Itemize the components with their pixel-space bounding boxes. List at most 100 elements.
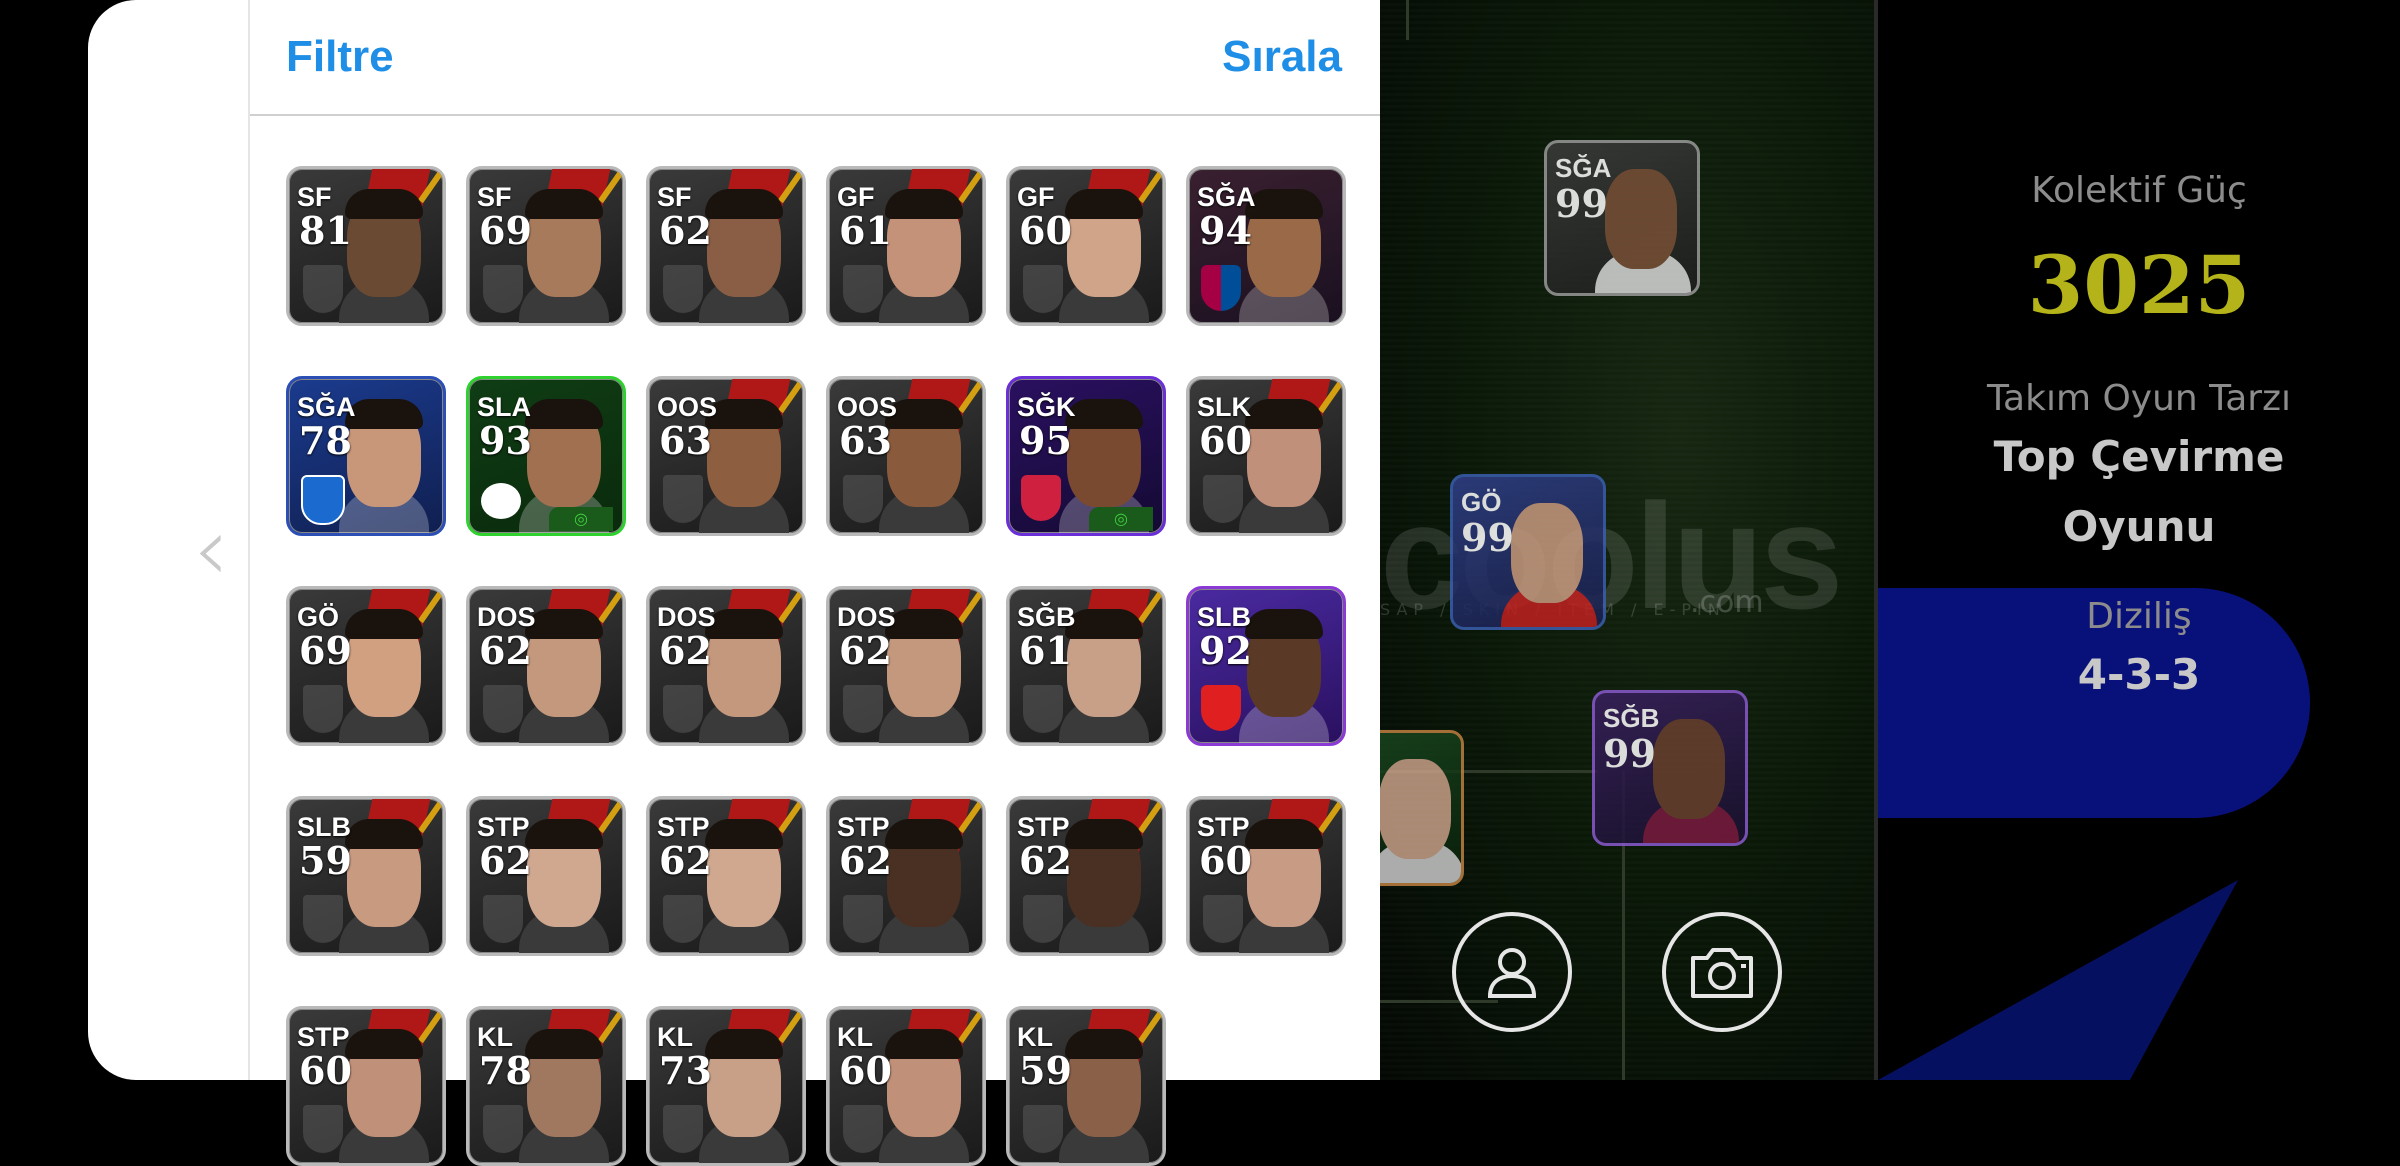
player-card[interactable]: SĞK 95 ◎ [1006,376,1166,536]
card-rating: 62 [659,628,712,673]
player-hair [1065,399,1143,429]
shield-icon [663,895,703,943]
card-rating: 61 [839,208,892,253]
shield-icon [303,1105,343,1153]
team-power-label: Kolektif Güç [2031,170,2247,211]
formation-label: Diziliş [2086,596,2192,637]
player-card[interactable]: KL 73 [646,1006,806,1166]
player-card[interactable]: SLA 93 ◎ [466,376,626,536]
card-rating: 62 [659,838,712,883]
shield-icon [843,265,883,313]
card-position: KL [837,1022,873,1052]
shield-icon [303,895,343,943]
player-card[interactable]: DOS 62 [646,586,806,746]
card-position: SF [297,182,332,212]
player-card[interactable]: SĞB 61 [1006,586,1166,746]
player-hair [345,399,423,429]
player-card[interactable]: STP 60 [1186,796,1346,956]
card-rating: 62 [839,628,892,673]
shield-icon [663,475,703,523]
player-card[interactable]: GÖ 69 [286,586,446,746]
club-badge-icon [301,475,345,525]
profile-button[interactable] [1452,912,1572,1032]
card-position: SLB [1197,602,1251,632]
card-position: SĞK [1017,392,1076,422]
club-badge-icon [1201,685,1241,731]
player-card[interactable]: SF 69 [466,166,626,326]
card-position: SLB [297,812,351,842]
player-grid: SF 81 SF 69 SF 62 GF 61 GF 60 SĞA 94 SĞA 78 SLA 93 ◎ OOS 6… [286,166,1356,1166]
player-card[interactable]: KL 78 [466,1006,626,1166]
card-rating: 61 [1019,628,1072,673]
filter-button[interactable]: Filtre [286,32,394,82]
player-card[interactable]: SF 81 [286,166,446,326]
player-hair [705,819,783,849]
chevron-left-icon[interactable]: ‹ [186,500,236,600]
card-rating: 94 [1199,208,1252,253]
player-face [1379,759,1451,859]
card-position: SĞB [1603,703,1660,733]
player-card[interactable]: SLB 92 [1186,586,1346,746]
player-card[interactable]: GF 61 [826,166,986,326]
shield-icon [843,475,883,523]
camera-button[interactable] [1662,912,1782,1032]
player-card[interactable]: SF 62 [646,166,806,326]
player-card[interactable]: STP 62 [1006,796,1166,956]
club-badge-icon [481,483,521,519]
player-card[interactable]: SLB 59 [286,796,446,956]
player-card[interactable]: STP 62 [466,796,626,956]
player-card[interactable]: OOS 63 [826,376,986,536]
card-rating: 93 [479,418,532,463]
player-card[interactable]: GF 60 [1006,166,1166,326]
player-hair [1065,189,1143,219]
card-position: DOS [657,602,716,632]
player-card[interactable]: STP 60 [286,1006,446,1166]
player-card[interactable]: OOS 63 [646,376,806,536]
shield-icon [483,895,523,943]
card-rating: 69 [299,628,352,673]
pitch-player-card-st[interactable]: GÖ 99 [1450,474,1606,630]
player-hair [885,1029,963,1059]
player-hair [525,399,603,429]
pitch-player-card-rw[interactable]: SĞA 99 [1544,140,1700,296]
player-card[interactable]: SĞA 78 [286,376,446,536]
player-card[interactable]: KL 59 [1006,1006,1166,1166]
player-hair [885,819,963,849]
card-rating: 60 [299,1048,352,1093]
playstyle-value-line1: Top Çevirme [1993,432,2285,481]
card-rating: 78 [299,418,352,463]
card-position: OOS [657,392,718,422]
card-rating: 60 [839,1048,892,1093]
skill-icon: ◎ [549,507,613,531]
decor-slash [1878,880,2238,1080]
player-card[interactable]: DOS 62 [826,586,986,746]
card-position: SF [657,182,692,212]
player-card[interactable]: SĞA 94 [1186,166,1346,326]
card-rating: 62 [479,628,532,673]
skill-icon: ◎ [1089,507,1153,531]
formation-value[interactable]: 4-3-3 [1878,650,2400,699]
card-position: SĞA [1197,182,1256,212]
pitch-player-card-rb[interactable]: SĞB 99 [1592,690,1748,846]
card-rating: 59 [1019,1048,1072,1093]
card-rating: 63 [659,418,712,463]
player-card[interactable]: SLK 60 [1186,376,1346,536]
player-card[interactable]: STP 62 [826,796,986,956]
card-position: KL [1017,1022,1053,1052]
player-card[interactable]: STP 62 [646,796,806,956]
card-rating: 62 [1019,838,1072,883]
player-card[interactable]: KL 60 [826,1006,986,1166]
player-card[interactable]: DOS 62 [466,586,626,746]
shield-icon [483,1105,523,1153]
card-position: KL [657,1022,693,1052]
card-position: GF [1017,182,1055,212]
player-hair [1065,1029,1143,1059]
club-badge-icon [1021,475,1061,521]
player-hair [345,1029,423,1059]
player-hair [525,1029,603,1059]
sort-button[interactable]: Sırala [1222,32,1342,82]
shield-icon [1023,685,1063,733]
card-position: DOS [837,602,896,632]
card-position: SĞA [1555,153,1612,183]
player-hair [885,609,963,639]
